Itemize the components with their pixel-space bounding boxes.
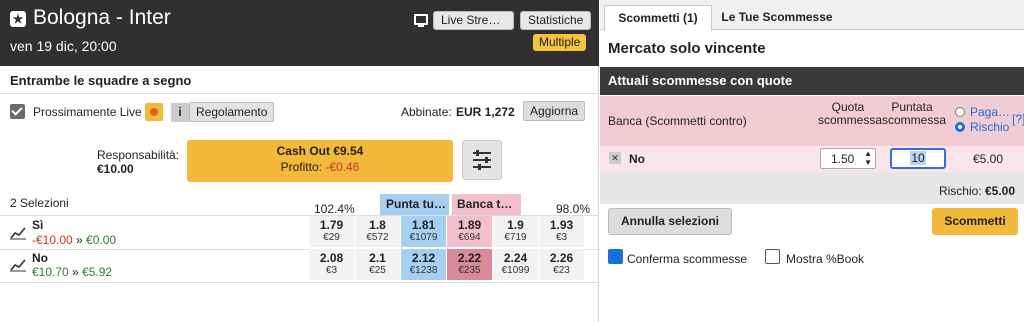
chart-icon[interactable] xyxy=(10,226,26,240)
back-odds-cell[interactable]: 1.79 €29 xyxy=(309,216,355,247)
regolamento-button[interactable]: Regolamento xyxy=(189,102,275,122)
event-header: ★ Bologna - Inter ven 19 dic, 20:00 Live… xyxy=(0,0,599,66)
radio-rischio-label[interactable]: Rischio xyxy=(970,120,1009,134)
runner-name: Sì xyxy=(32,218,44,232)
radio-rischio[interactable] xyxy=(955,122,965,132)
conferma-checkbox[interactable] xyxy=(608,249,623,264)
market-panel: ★ Bologna - Inter ven 19 dic, 20:00 Live… xyxy=(0,0,599,322)
prossimamente-live-label: Prossimamente Live xyxy=(33,105,142,119)
odds-row: 2.08 €3 2.1 €25 2.12 €1238 2.22 €235 2.24 €10… xyxy=(309,249,588,282)
tab-scommetti[interactable]: Scommetti (1) xyxy=(604,5,712,31)
back-all-button[interactable]: Punta tu… xyxy=(380,194,449,215)
market-name: Entrambe le squadre a segno xyxy=(10,73,192,88)
profit-value: -€0.46 xyxy=(325,160,360,174)
liability-row: Rischio: €5.00 xyxy=(600,172,1024,204)
mostra-book-checkbox[interactable] xyxy=(765,249,780,264)
stepper-icon[interactable]: ▲ ▼ xyxy=(864,149,872,167)
cashout-button[interactable]: Cash Out €9.54 Profitto: -€0.46 xyxy=(187,140,453,182)
radio-paga[interactable] xyxy=(955,107,965,117)
slip-market-title: Mercato solo vincente xyxy=(608,40,766,57)
star-icon[interactable]: ★ xyxy=(10,11,26,27)
back-odds-cell[interactable]: 1.8 €572 xyxy=(355,216,401,247)
best-lay-odds-cell[interactable]: 2.22 €235 xyxy=(447,249,493,280)
chart-icon[interactable] xyxy=(10,258,26,272)
bet-row: ✕ No 1.50 ▲ ▼ 10 €5.00 xyxy=(600,146,1024,172)
col-quota: Quota scommessa xyxy=(818,100,883,127)
radio-paga-label[interactable]: Paga… xyxy=(970,105,1010,119)
annulla-selezioni-button[interactable]: Annulla selezioni xyxy=(608,208,732,235)
odds-row: 1.79 €29 1.8 €572 1.81 €1079 1.89 €694 1.9 €7… xyxy=(309,216,588,249)
best-back-odds-cell[interactable]: 1.81 €1079 xyxy=(401,216,447,247)
bet-liability: €5.00 xyxy=(973,152,1004,166)
selections-count: 2 Selezioni xyxy=(10,196,69,210)
help-link[interactable]: [?] xyxy=(1012,112,1024,126)
responsibility: Responsabilità: €10.00 xyxy=(97,148,179,176)
mostra-book-label: Mostra %Book xyxy=(786,252,865,266)
best-back-odds-cell[interactable]: 2.12 €1238 xyxy=(401,249,447,280)
lay-odds-cell[interactable]: 1.9 €719 xyxy=(493,216,539,247)
bet-slip-panel: Scommetti (1) Le Tue Scommesse Mercato s… xyxy=(600,0,1024,322)
conferma-label: Conferma scommesse xyxy=(627,252,748,266)
col-puntata: Puntata scommessa xyxy=(882,100,947,127)
pl-arrow: » xyxy=(72,265,79,279)
profit-label: Profitto: xyxy=(280,160,322,174)
runner-pl: €10.70 » €5.92 xyxy=(32,265,112,279)
event-title: Bologna - Inter xyxy=(33,6,171,29)
profit-line: Profitto: -€0.46 xyxy=(187,160,453,174)
pl-projected: €5.92 xyxy=(82,265,113,279)
pl-current: -€10.00 xyxy=(32,233,73,247)
divider xyxy=(0,282,599,283)
back-odds-cell[interactable]: 2.1 €25 xyxy=(355,249,401,280)
settings-sliders-icon[interactable] xyxy=(462,140,502,180)
pl-projected: €0.00 xyxy=(86,233,117,247)
col-banca: Banca (Scommetti contro) xyxy=(608,114,747,128)
info-icon[interactable]: i xyxy=(171,103,189,122)
bet-runner-name: No xyxy=(629,152,645,166)
responsibility-label: Responsabilità: xyxy=(97,148,180,162)
abbinate-value: EUR 1,272 xyxy=(456,105,515,119)
abbinate-label: Abbinate: xyxy=(401,105,452,119)
pl-arrow: » xyxy=(76,233,83,247)
section-header: Attuali scommesse con quote xyxy=(600,67,1024,95)
odds-input[interactable]: 1.50 ▲ ▼ xyxy=(820,148,876,169)
scommetti-button[interactable]: Scommetti xyxy=(932,208,1018,235)
cashout-label: Cash Out €9.54 xyxy=(276,144,364,158)
stake-input[interactable]: 10 xyxy=(890,148,946,169)
total-liability: Rischio: €5.00 xyxy=(938,184,1015,198)
best-lay-odds-cell[interactable]: 1.89 €694 xyxy=(447,216,493,247)
lay-all-button[interactable]: Banca t… xyxy=(452,194,521,215)
tab-le-tue-scommesse[interactable]: Le Tue Scommesse xyxy=(714,5,840,30)
runner-name: No xyxy=(32,251,48,265)
tv-icon xyxy=(414,14,428,27)
lay-odds-cell[interactable]: 2.24 €1099 xyxy=(493,249,539,280)
responsibility-value: €10.00 xyxy=(97,162,134,176)
lay-percentage: 98.0% xyxy=(556,202,591,216)
lay-odds-cell[interactable]: 1.93 €3 xyxy=(539,216,585,247)
pl-current: €10.70 xyxy=(32,265,69,279)
statistics-button[interactable]: Statistiche xyxy=(520,11,592,30)
remove-bet-icon[interactable]: ✕ xyxy=(609,152,621,164)
live-stream-button[interactable]: Live Stre… xyxy=(433,11,514,30)
lay-odds-cell[interactable]: 2.26 €23 xyxy=(539,249,585,280)
event-date: ven 19 dic, 20:00 xyxy=(10,38,117,54)
divider xyxy=(0,93,599,94)
back-odds-cell[interactable]: 2.08 €3 xyxy=(309,249,355,280)
runner-pl: -€10.00 » €0.00 xyxy=(32,233,116,247)
live-indicator-icon[interactable] xyxy=(145,103,163,121)
back-percentage: 102.4% xyxy=(314,202,355,216)
prossimamente-live-checkbox[interactable] xyxy=(10,104,25,119)
aggiorna-button[interactable]: Aggiorna xyxy=(523,101,586,121)
multiple-button[interactable]: Multiple xyxy=(533,34,587,51)
lay-header: Banca (Scommetti contro) Quota scommessa… xyxy=(600,96,1024,146)
